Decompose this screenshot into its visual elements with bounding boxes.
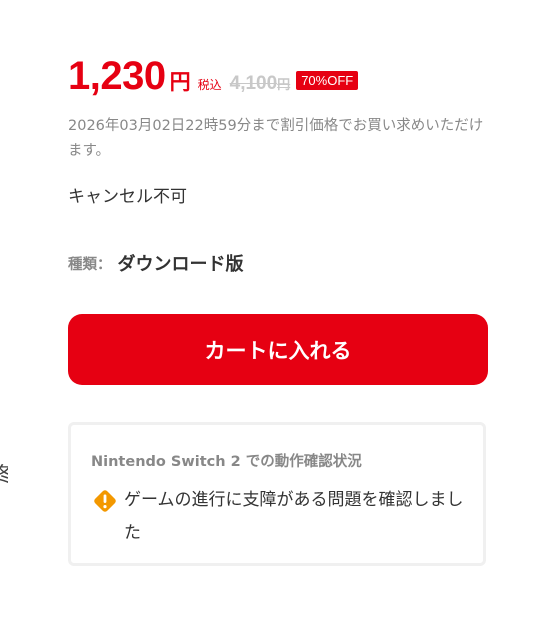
warning-diamond-icon [94, 490, 116, 512]
compatibility-status: ゲームの進行に支障がある問題を確認しました [91, 485, 471, 550]
sale-price: 1,230 [68, 54, 166, 98]
sale-period-note: 2026年03月02日22時59分まで割引価格でお買い求めいただけます。 [68, 118, 484, 159]
discount-badge: 70%OFF [296, 71, 359, 90]
sale-price-currency: 円 [169, 70, 191, 94]
product-type-value: ダウンロード版 [117, 254, 244, 275]
product-type-row: 種類： ダウンロード版 [68, 250, 244, 276]
product-type-label: 種類： [68, 256, 112, 273]
product-purchase-panel: 冬 1,230 円 税込 4,100円 70%OFF 2026年03月02日22… [0, 0, 556, 621]
clipped-left-text: 冬 [0, 458, 8, 487]
tax-included-label: 税込 [197, 78, 222, 92]
compatibility-status-text: ゲームの進行に支障がある問題を確認しました [124, 490, 464, 543]
price-row: 1,230 円 税込 4,100円 70%OFF [68, 54, 359, 99]
original-price: 4,100円 [229, 73, 291, 94]
switch2-compatibility-box: Nintendo Switch 2 での動作確認状況 ゲームの進行に支障がある問… [68, 422, 486, 566]
add-to-cart-button[interactable]: カートに入れる [68, 314, 488, 385]
compatibility-title: Nintendo Switch 2 での動作確認状況 [91, 454, 362, 470]
cancellation-note: キャンセル不可 [68, 187, 187, 207]
